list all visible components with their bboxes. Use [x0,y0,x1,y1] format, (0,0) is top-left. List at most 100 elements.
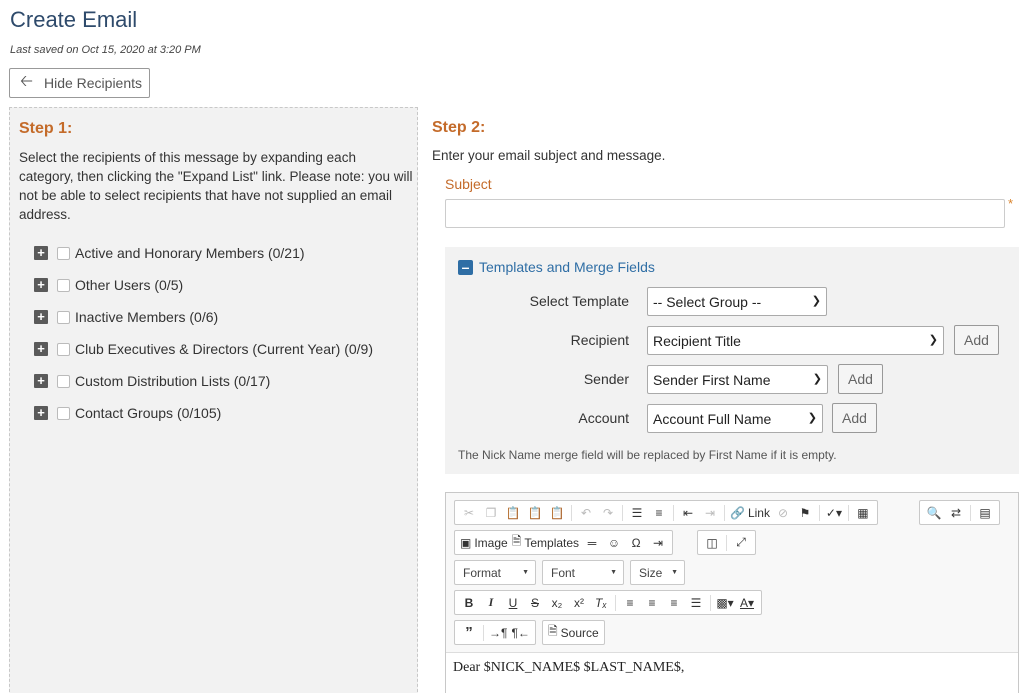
category-checkbox[interactable] [57,278,70,292]
expand-plus-icon[interactable]: + [34,246,48,260]
remove-format-icon[interactable]: Tₓ [590,593,612,613]
superscript-icon[interactable]: x² [568,593,590,613]
image-icon: ▣ [460,535,472,550]
select-all-icon[interactable]: ▤ [974,503,996,523]
category-label: Active and Honorary Members (0/21) [75,245,305,261]
find-icon[interactable]: 🔍 [923,503,945,523]
copy-icon[interactable]: ❐ [480,503,502,523]
replace-icon[interactable]: ⇄ [945,503,967,523]
align-center-icon[interactable]: ≡ [641,593,663,613]
expand-plus-icon[interactable]: + [34,310,48,324]
show-blocks-icon[interactable]: ◫ [701,533,723,553]
editor-content-area[interactable]: Dear $NICK_NAME$ $LAST_NAME$, [446,652,1018,693]
outdent-icon[interactable]: ⇤ [677,503,699,523]
toolbar-separator [847,504,849,521]
toolbar-separator [622,504,623,521]
templates-header-label: Templates and Merge Fields [479,259,655,275]
subscript-icon[interactable]: x₂ [546,593,568,613]
link-icon: 🔗 [730,505,745,520]
indent-icon[interactable]: ⇥ [699,503,721,523]
expand-plus-icon[interactable]: + [34,342,48,356]
category-item: + Active and Honorary Members (0/21) [34,237,373,269]
category-checkbox[interactable] [57,342,70,356]
recipients-panel: Step 1: Select the recipients of this me… [9,107,418,693]
justify-icon[interactable]: ☰ [685,593,707,613]
last-saved-text: Last saved on Oct 15, 2020 at 3:20 PM [10,44,201,56]
text-color-icon[interactable]: A▾ [736,593,758,613]
font-dropdown[interactable]: Font ▼ [542,560,624,585]
templates-button[interactable]: 🗎 Templates [510,533,581,553]
category-item: + Inactive Members (0/6) [34,301,373,333]
paste-icon[interactable]: 📋 [502,503,524,523]
arrow-left-icon: 🡠 [20,72,33,90]
special-char-icon[interactable]: Ω [625,533,647,553]
account-value: Account Full Name [653,410,772,427]
chevron-down-icon: ❯ [811,295,821,307]
toolbar-separator [615,594,616,611]
expand-plus-icon[interactable]: + [34,406,48,420]
smiley-icon[interactable]: ☺ [603,533,625,553]
select-template-dropdown[interactable]: -- Select Group -- ❯ [647,287,827,316]
category-checkbox[interactable] [57,374,70,388]
underline-icon[interactable]: U [502,593,524,613]
maximize-icon[interactable]: ⤢ [730,533,752,553]
account-dropdown[interactable]: Account Full Name ❯ [647,404,823,433]
step1-description: Select the recipients of this message by… [19,150,413,222]
paste-word-icon[interactable]: 📋 [546,503,568,523]
strikethrough-icon[interactable]: S [524,593,546,613]
spellcheck-icon[interactable]: ✓▾ [823,503,845,523]
hide-recipients-button[interactable]: 🡠 Hide Recipients [9,68,150,98]
add-sender-button[interactable]: Add [838,364,883,394]
source-button[interactable]: 🗎 Source [546,623,601,643]
category-label: Club Executives & Directors (Current Yea… [75,341,373,357]
blockquote-icon[interactable]: ” [458,623,480,643]
toolbar-source-group: 🗎 Source [542,620,605,645]
merge-field-note: The Nick Name merge field will be replac… [458,448,837,462]
toolbar-insert-group: ▣ Image 🗎 Templates ═ ☺ Ω ⇥ [454,530,674,555]
rtl-icon[interactable]: ¶← [509,623,531,643]
cut-icon[interactable]: ✂ [458,503,480,523]
category-checkbox[interactable] [57,406,70,420]
bold-icon[interactable]: B [458,593,480,613]
toolbar-separator [818,504,820,521]
background-color-icon[interactable]: ▩▾ [714,593,736,613]
subject-input[interactable] [445,199,1005,228]
category-label: Contact Groups (0/105) [75,405,222,421]
table-icon[interactable]: ▦ [852,503,874,523]
undo-icon[interactable]: ↶ [575,503,597,523]
templates-label: Templates [524,535,580,550]
toolbar-clipboard-group: ✂ ❐ 📋 📋 📋 ↶ ↷ ☰ ≡ ⇤ ⇥ 🔗 Link ⊘ ⚑ ✓▾ ▦ [454,500,878,525]
category-label: Inactive Members (0/6) [75,309,219,325]
link-button[interactable]: 🔗 Link [728,503,772,523]
align-left-icon[interactable]: ≡ [619,593,641,613]
category-label: Custom Distribution Lists (0/17) [75,373,271,389]
align-right-icon[interactable]: ≡ [663,593,685,613]
redo-icon[interactable]: ↷ [597,503,619,523]
paste-text-icon[interactable]: 📋 [524,503,546,523]
category-checkbox[interactable] [57,310,70,324]
expand-plus-icon[interactable]: + [34,278,48,292]
add-account-button[interactable]: Add [832,403,877,433]
step1-title: Step 1: [19,120,73,137]
italic-icon[interactable]: I [480,593,502,613]
unlink-icon[interactable]: ⊘ [772,503,794,523]
ltr-icon[interactable]: →¶ [487,623,509,643]
toolbar-view-group: ◫ ⤢ [697,530,756,555]
size-dropdown[interactable]: Size ▼ [630,560,685,585]
add-recipient-button[interactable]: Add [954,325,999,355]
recipient-dropdown[interactable]: Recipient Title ❯ [647,326,944,355]
horizontal-rule-icon[interactable]: ═ [581,533,603,553]
sender-dropdown[interactable]: Sender First Name ❯ [647,365,828,394]
link-label: Link [747,505,770,520]
templates-toggle[interactable]: – Templates and Merge Fields [458,259,655,275]
category-checkbox[interactable] [57,246,70,260]
numbered-list-icon[interactable]: ☰ [626,503,648,523]
image-button[interactable]: ▣ Image [458,533,510,553]
page-break-icon[interactable]: ⇥ [647,533,669,553]
source-icon: 🗎 [548,624,558,638]
bulleted-list-icon[interactable]: ≡ [648,503,670,523]
expand-plus-icon[interactable]: + [34,374,48,388]
format-dropdown[interactable]: Format ▼ [454,560,536,585]
anchor-flag-icon[interactable]: ⚑ [794,503,816,523]
toolbar-separator [710,594,711,611]
